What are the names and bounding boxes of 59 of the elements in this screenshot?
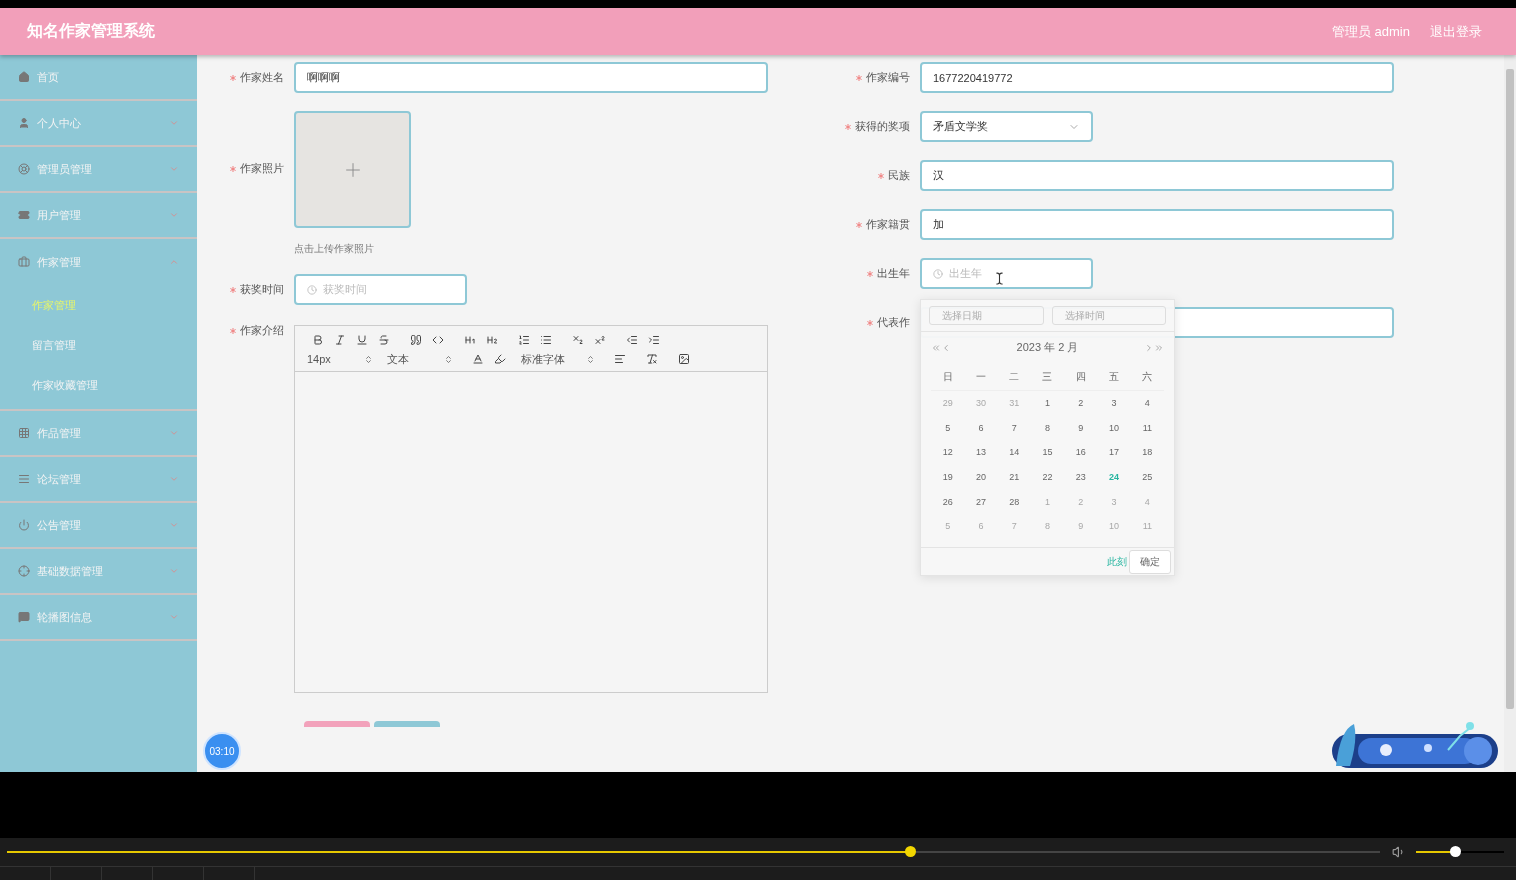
calendar-day[interactable]: 17: [1097, 440, 1131, 465]
field-label: 获奖时间: [240, 282, 284, 297]
calendar-day[interactable]: 26: [931, 489, 965, 514]
field-label: 作家姓名: [240, 70, 284, 85]
calendar-day[interactable]: 7: [997, 415, 1031, 441]
field-label: 作家照片: [240, 161, 284, 176]
calendar-day[interactable]: 2: [1064, 391, 1098, 416]
calendar-day[interactable]: 6: [964, 415, 998, 441]
upload-hint: 点击上传作家照片: [294, 242, 375, 256]
calendar-day[interactable]: 3: [1097, 391, 1131, 416]
weekday-label: 四: [1064, 363, 1098, 391]
calendar-day[interactable]: 13: [964, 440, 998, 465]
font-select[interactable]: 标准字体: [521, 351, 595, 367]
calendar-day[interactable]: 14: [997, 440, 1031, 465]
header-select[interactable]: 文本: [387, 351, 453, 367]
calendar-day[interactable]: 11: [1130, 415, 1164, 441]
app-title: 知名作家管理系统: [27, 21, 156, 41]
confirm-button[interactable]: 确定: [1129, 549, 1171, 574]
weekday-label: 六: [1130, 363, 1164, 391]
timer-badge: 03:10: [203, 732, 241, 770]
text-field[interactable]: 1677220419772: [920, 62, 1394, 93]
calendar-day[interactable]: 18: [1130, 440, 1164, 465]
calendar-day[interactable]: 23: [1064, 464, 1098, 490]
calendar-day[interactable]: 21: [997, 464, 1031, 490]
weekday-label: 二: [997, 363, 1031, 391]
user-label: 管理员 admin: [1331, 22, 1410, 41]
calendar-day[interactable]: 8: [1030, 415, 1065, 441]
field-label: 获得的奖项: [855, 119, 910, 134]
calendar-day[interactable]: 5: [931, 415, 965, 441]
calendar-day[interactable]: 15: [1030, 440, 1065, 465]
rich-text-editor[interactable]: 14px 文本 标准字体: [294, 325, 768, 693]
text-field[interactable]: 汉: [920, 160, 1394, 191]
calendar-day[interactable]: 25: [1130, 464, 1164, 490]
calendar-day[interactable]: 9: [1064, 415, 1098, 441]
text-field[interactable]: 加: [920, 209, 1394, 240]
calendar-day[interactable]: 20: [964, 464, 998, 490]
size-select[interactable]: 14px: [307, 353, 373, 365]
weekday-label: 一: [964, 363, 998, 391]
calendar-day[interactable]: 19: [931, 464, 965, 490]
weekday-label: 五: [1097, 363, 1131, 391]
field-label: 代表作: [877, 315, 910, 330]
calendar-day[interactable]: 22: [1030, 464, 1065, 490]
field-label: 作家籍贯: [866, 217, 910, 232]
month-title: 2023 年 2 月: [1016, 340, 1079, 355]
calendar-day[interactable]: 28: [997, 489, 1031, 514]
calendar-day[interactable]: 16: [1064, 440, 1098, 465]
award-select[interactable]: 矛盾文学奖: [920, 111, 1093, 142]
field-label: 作家介绍: [240, 323, 284, 338]
weekday-label: 日: [931, 363, 965, 391]
text-field[interactable]: 啊啊啊: [294, 62, 768, 93]
calendar-day[interactable]: 1: [1030, 391, 1065, 416]
calendar-day[interactable]: 27: [964, 489, 998, 514]
field-label: 作家编号: [866, 70, 910, 85]
weekday-label: 三: [1030, 363, 1065, 391]
field-label: 出生年: [877, 266, 910, 281]
calendar-day[interactable]: 4: [1130, 391, 1164, 416]
calendar-day[interactable]: 10: [1097, 415, 1131, 441]
field-label: 民族: [888, 168, 910, 183]
calendar-day[interactable]: 12: [931, 440, 965, 465]
